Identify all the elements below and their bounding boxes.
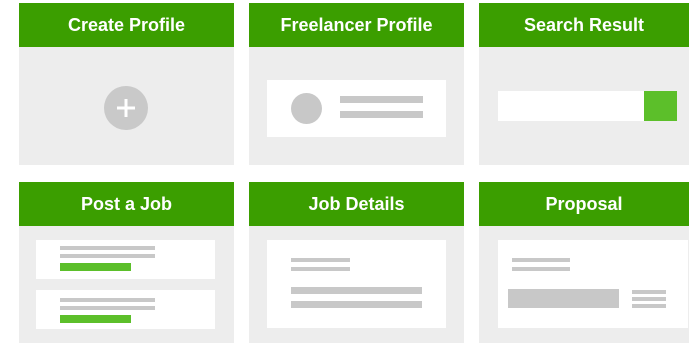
card-body-create-profile <box>19 47 234 165</box>
card-create-profile[interactable]: Create Profile <box>19 3 234 165</box>
profile-line-1 <box>340 96 423 103</box>
card-body-job-details <box>249 226 464 343</box>
job-item-1-action-bar <box>60 263 131 271</box>
proposal-line-2 <box>512 267 570 271</box>
search-button[interactable] <box>644 91 677 121</box>
avatar-placeholder-icon <box>291 93 322 124</box>
card-body-search-result <box>479 47 689 165</box>
card-body-proposal <box>479 226 689 343</box>
card-body-freelancer-profile <box>249 47 464 165</box>
proposal-side-line-3 <box>632 304 666 308</box>
card-title-job-details: Job Details <box>249 182 464 226</box>
card-post-a-job[interactable]: Post a Job <box>19 182 234 343</box>
card-body-post-a-job <box>19 226 234 343</box>
proposal-panel <box>498 240 688 328</box>
proposal-side-line-1 <box>632 290 666 294</box>
job-item-1-line-2 <box>60 254 155 258</box>
job-item-2-line-1 <box>60 298 155 302</box>
proposal-side-line-2 <box>632 297 666 301</box>
card-title-search-result: Search Result <box>479 3 689 47</box>
job-details-line-4 <box>291 301 422 308</box>
job-details-line-2 <box>291 267 350 271</box>
job-details-line-3 <box>291 287 422 294</box>
job-item-2 <box>36 290 215 329</box>
proposal-line-1 <box>512 258 570 262</box>
job-item-1-line-1 <box>60 246 155 250</box>
job-item-2-action-bar <box>60 315 131 323</box>
profile-line-2 <box>340 111 423 118</box>
add-profile-button[interactable] <box>104 86 148 130</box>
job-details-panel <box>267 240 446 328</box>
job-details-line-1 <box>291 258 350 262</box>
card-job-details[interactable]: Job Details <box>249 182 464 343</box>
card-title-create-profile: Create Profile <box>19 3 234 47</box>
card-title-proposal: Proposal <box>479 182 689 226</box>
job-item-1 <box>36 240 215 279</box>
search-input[interactable] <box>498 91 646 121</box>
proposal-content-block <box>508 289 619 308</box>
card-freelancer-profile[interactable]: Freelancer Profile <box>249 3 464 165</box>
card-title-freelancer-profile: Freelancer Profile <box>249 3 464 47</box>
card-search-result[interactable]: Search Result <box>479 3 689 165</box>
profile-preview-panel <box>267 80 446 137</box>
card-title-post-a-job: Post a Job <box>19 182 234 226</box>
card-proposal[interactable]: Proposal <box>479 182 689 343</box>
plus-icon <box>117 99 135 117</box>
job-item-2-line-2 <box>60 306 155 310</box>
